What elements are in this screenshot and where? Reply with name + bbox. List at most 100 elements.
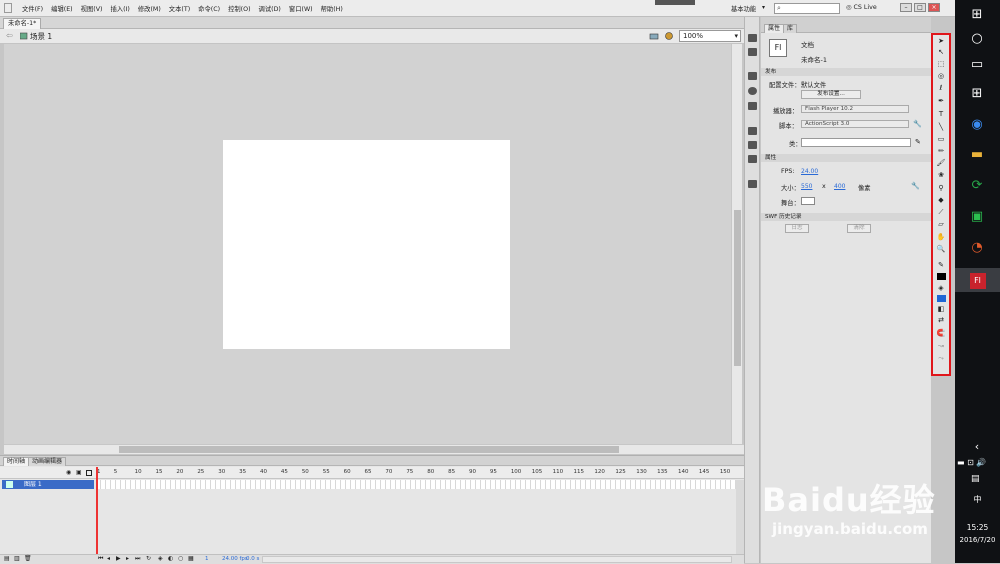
fill-color-icon[interactable]: ◈ [936,284,946,293]
menu-control[interactable]: 控制(O) [228,4,250,13]
onion-skin-icon[interactable]: ◐ [168,555,173,562]
vertical-scrollbar[interactable] [731,44,742,444]
ime-indicator[interactable]: 中 [955,494,1000,505]
stage-canvas[interactable] [223,140,510,349]
deco-tool-icon[interactable]: ❀ [936,171,946,180]
edit-symbols-icon[interactable] [664,31,675,41]
chevron-down-icon[interactable]: ▾ [762,4,765,11]
pencil-tool-icon[interactable]: ✏ [936,147,946,156]
smooth-icon[interactable]: ↝ [936,342,946,351]
frame-rate[interactable]: 24.00 fps [222,556,248,562]
scroll-thumb[interactable] [734,210,741,366]
straighten-icon[interactable]: ⤳ [936,354,946,363]
flash-taskbar-item[interactable]: Fl [955,268,1000,292]
tab-timeline[interactable]: 时间轴 [3,457,30,466]
menu-commands[interactable]: 命令(C) [198,4,220,13]
clock-date[interactable]: 2016/7/20 [955,536,1000,544]
menu-view[interactable]: 视图(V) [81,4,103,13]
pen-tool-icon[interactable]: ✒ [936,97,946,106]
clock-time[interactable]: 15:25 [955,523,1000,532]
3d-rotation-tool-icon[interactable]: ◎ [936,72,946,81]
pencil-icon[interactable]: ✎ [915,138,921,146]
subselection-tool-icon[interactable]: ↖ [936,48,946,57]
snap-to-objects-icon[interactable]: 🧲 [936,329,946,338]
eyedropper-tool-icon[interactable]: ⟋ [936,208,946,217]
zoom-tool-icon[interactable]: 🔍 [936,245,946,254]
brush-tool-icon[interactable]: 🖌 [936,159,946,168]
store-icon[interactable]: ⊞ [967,84,987,104]
timeline-vertical-scrollbar[interactable] [736,480,744,554]
height-value[interactable]: 400 [834,183,845,190]
search-input[interactable]: ⌕ [774,3,840,14]
new-folder-icon[interactable]: ▥ [14,555,20,562]
wrench-icon[interactable]: 🔧 [913,120,922,128]
workspace-selector[interactable]: 基本功能 [731,4,756,13]
maximize-button[interactable]: □ [914,3,926,12]
file-explorer-icon[interactable]: ▬ [967,145,987,165]
cortana-icon[interactable]: ○ [967,29,987,49]
menu-help[interactable]: 帮助(H) [321,4,343,13]
close-button[interactable]: × [928,3,940,12]
media-player-icon[interactable]: ◔ [967,238,987,258]
paint-bucket-tool-icon[interactable]: ◆ [936,196,946,205]
layer-frames[interactable] [96,480,736,489]
clear-button[interactable]: 清除 [847,224,871,233]
current-frame[interactable]: 1 [205,556,209,562]
width-value[interactable]: 550 [801,183,812,190]
swatches-icon[interactable] [748,48,757,56]
playhead[interactable] [96,467,98,557]
edit-scene-icon[interactable] [649,31,660,41]
script-select[interactable]: ActionScript 3.0 [801,120,909,128]
lock-icon[interactable]: ▣ [76,469,82,476]
browser-icon[interactable]: ◉ [967,115,987,135]
show-hidden-icons-icon[interactable]: ‹ [967,437,987,457]
line-tool-icon[interactable]: ╲ [936,123,946,132]
selection-tool-icon[interactable]: ➤ [936,37,946,46]
player-select[interactable]: Flash Player 10.2 [801,105,909,113]
project-icon[interactable] [748,155,757,163]
action-center-icon[interactable]: ▤ [971,474,980,484]
history-icon[interactable] [748,180,757,188]
motion-presets-icon[interactable] [748,34,757,42]
menu-modify[interactable]: 修改(M) [138,4,161,13]
timeline-horizontal-scrollbar[interactable] [262,556,732,563]
delete-layer-icon[interactable]: 🗑 [24,555,32,562]
menu-text[interactable]: 文本(T) [169,4,190,13]
frame-ruler[interactable]: 1 5 10 15 20 25 30 35 40 45 50 55 60 65 70 75 80 85 90 95 10… [96,467,736,479]
menu-edit[interactable]: 编辑(E) [51,4,73,13]
new-layer-icon[interactable]: ▤ [4,555,10,562]
play-icon[interactable]: ▶ [116,555,121,562]
cs-live-button[interactable]: ◎ CS Live [846,4,877,11]
menu-file[interactable]: 文件(F) [22,4,43,13]
black-white-icon[interactable]: ◧ [936,305,946,314]
eraser-tool-icon[interactable]: ▱ [936,220,946,229]
scroll-thumb[interactable] [119,446,619,453]
bone-tool-icon[interactable]: ⚲ [936,184,946,193]
swap-colors-icon[interactable]: ⇄ [936,316,946,325]
windows-start-icon[interactable]: ⊞ [967,5,987,25]
tab-properties[interactable]: 属性 [764,24,785,33]
step-back-icon[interactable]: ◂ [107,555,110,562]
document-tab[interactable]: 未命名-1* [3,18,42,29]
text-tool-icon[interactable]: T [936,110,946,119]
lasso-tool-icon[interactable]: ℓ [936,84,946,93]
layer-row[interactable]: 图层 1 [2,480,94,489]
fps-value[interactable]: 24.00 [801,168,818,175]
rectangle-tool-icon[interactable]: ▭ [936,135,946,144]
transform-icon[interactable] [748,102,757,110]
outline-icon[interactable] [86,470,92,476]
menu-debug[interactable]: 调试(D) [259,4,281,13]
menu-window[interactable]: 窗口(W) [289,4,313,13]
tray-icons[interactable]: ▬ ⊡ 🔊 [957,458,986,467]
step-forward-icon[interactable]: ▸ [126,555,129,562]
swf-history-section-header[interactable]: SWF 历史记录 [761,213,931,221]
publish-section-header[interactable]: 发布 [761,68,931,76]
workspace-switcher-icon[interactable] [655,0,695,5]
back-arrow-icon[interactable]: ⇦ [6,31,13,40]
eye-icon[interactable]: ◉ [66,469,71,476]
loop-icon[interactable]: ↻ [146,555,151,562]
task-view-icon[interactable]: ▭ [967,55,987,75]
publish-settings-button[interactable]: 发布设置... [801,90,861,99]
wrench-icon[interactable]: 🔧 [911,182,920,190]
fill-color-swatch[interactable] [937,295,946,302]
